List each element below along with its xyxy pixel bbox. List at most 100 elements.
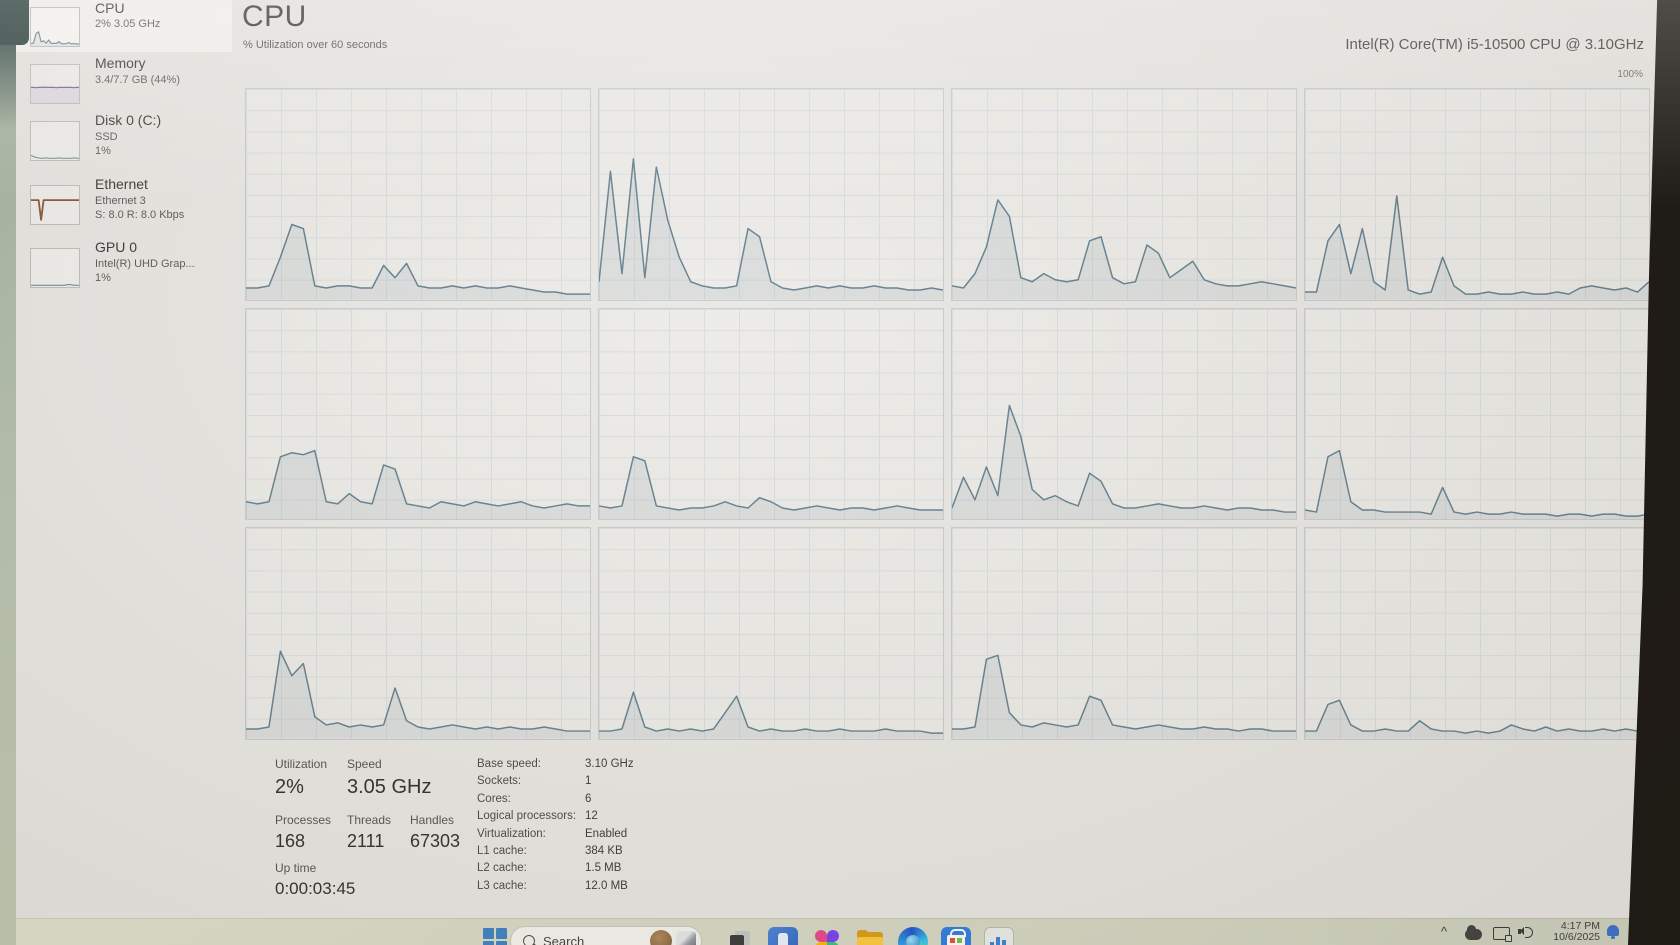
logical-processor-chart-svg	[1305, 89, 1649, 300]
sidebar-item-memory-sub: 3.4/7.7 GB (44%)	[95, 73, 180, 87]
logical-processor-chart-svg	[952, 309, 1296, 520]
logical-processor-chart-svg	[599, 528, 943, 739]
task-manager-window: CPU 2% 3.05 GHz Memory 3.4/7.7 GB (44%) …	[0, 0, 1680, 945]
gpu-mini-chart-svg	[31, 249, 79, 287]
sidebar-item-gpu-sub2: 1%	[95, 271, 111, 285]
search-placeholder: Search	[543, 934, 650, 945]
ethernet-mini-chart-svg	[31, 186, 79, 224]
logical-processor-chart	[1304, 88, 1650, 301]
network-icon[interactable]	[1493, 927, 1510, 940]
detail-row: L3 cache:12.0 MB	[477, 880, 634, 897]
sidebar-item-cpu[interactable]	[30, 7, 80, 47]
logical-processor-chart	[598, 527, 944, 740]
logical-processor-chart	[1304, 527, 1650, 740]
sidebar-item-disk-sub2: 1%	[95, 144, 111, 158]
utilization-value: 2%	[275, 776, 304, 799]
handles-value: 67303	[410, 831, 460, 852]
detail-row: Sockets:1	[477, 775, 634, 792]
sidebar-item-ethernet-label[interactable]: Ethernet	[95, 176, 148, 192]
detail-row: Virtualization:Enabled	[477, 828, 634, 845]
sidebar-item-ethernet[interactable]	[30, 185, 80, 225]
cpu-mini-chart-svg	[31, 8, 79, 46]
page-title: CPU	[242, 0, 307, 34]
app-icon-microsoft-365[interactable]	[812, 927, 842, 945]
logical-processor-chart-svg	[952, 89, 1296, 300]
logical-processor-chart-svg	[1305, 528, 1649, 739]
app-icon-edge[interactable]	[898, 927, 928, 945]
sidebar-item-gpu-label[interactable]: GPU 0	[95, 239, 137, 255]
processes-label: Processes	[275, 813, 331, 827]
logical-processor-chart	[951, 308, 1297, 521]
utilization-label: Utilization	[275, 757, 327, 771]
chart-subtitle: % Utilization over 60 seconds	[243, 39, 387, 51]
logical-processor-chart-svg	[599, 89, 943, 300]
search-highlight-avatar[interactable]	[650, 930, 672, 945]
notification-bell-icon[interactable]	[1607, 925, 1619, 936]
threads-label: Threads	[347, 813, 391, 827]
logical-processor-chart	[245, 308, 591, 521]
search-icon	[523, 935, 535, 945]
cpu-model-name: Intel(R) Core(TM) i5-10500 CPU @ 3.10GHz	[1345, 36, 1644, 53]
logical-processor-chart-svg	[246, 89, 590, 300]
disk-mini-chart	[30, 121, 80, 161]
detail-row: Base speed:3.10 GHz	[477, 758, 634, 775]
ethernet-mini-chart	[30, 185, 80, 225]
sidebar-item-gpu-sub: Intel(R) UHD Grap...	[95, 257, 195, 271]
photo-edge-left	[0, 0, 16, 945]
app-icon-file-explorer[interactable]	[855, 927, 885, 945]
sidebar-item-memory-label[interactable]: Memory	[95, 55, 146, 71]
sidebar-item-cpu-sub: 2% 3.05 GHz	[95, 17, 160, 31]
app-icon-windows-tools[interactable]	[727, 927, 757, 945]
cpu-details-list: Base speed:3.10 GHz Sockets:1 Cores:6 Lo…	[477, 758, 634, 897]
detail-row: L2 cache:1.5 MB	[477, 862, 634, 879]
detail-row: Logical processors:12	[477, 810, 634, 827]
logical-processor-chart	[951, 527, 1297, 740]
logical-processor-chart-svg	[246, 309, 590, 520]
app-icon-phone-link[interactable]	[768, 927, 798, 945]
logical-processor-chart-svg	[599, 309, 943, 520]
logical-processor-chart	[245, 527, 591, 740]
threads-value: 2111	[347, 831, 384, 852]
taskbar: Search	[0, 918, 1680, 945]
chart-scale-max-label: 100%	[1617, 69, 1643, 80]
logical-processor-chart	[598, 88, 944, 301]
search-highlight-thumbnail[interactable]	[676, 931, 696, 945]
sidebar-item-memory[interactable]	[30, 64, 80, 104]
uptime-label: Up time	[275, 861, 316, 875]
logical-processor-chart	[598, 308, 944, 521]
processes-value: 168	[275, 831, 305, 852]
tray-date: 10/6/2025	[1540, 932, 1600, 943]
logical-processor-chart	[951, 88, 1297, 301]
search-input[interactable]: Search	[510, 926, 702, 945]
app-icon-task-manager[interactable]	[984, 927, 1014, 945]
photo-edge-top-left	[0, 0, 29, 45]
detail-row: Cores:6	[477, 793, 634, 810]
sidebar-item-disk-label[interactable]: Disk 0 (C:)	[95, 112, 161, 128]
logical-processor-chart-svg	[1305, 309, 1649, 520]
speed-label: Speed	[347, 757, 382, 771]
sidebar-item-ethernet-sub: Ethernet 3	[95, 194, 146, 208]
handles-label: Handles	[410, 813, 454, 827]
logical-processor-chart-svg	[952, 528, 1296, 739]
memory-mini-chart	[30, 64, 80, 104]
onedrive-icon[interactable]	[1465, 929, 1482, 940]
app-icon-microsoft-store[interactable]	[941, 927, 971, 945]
sidebar-item-disk[interactable]	[30, 121, 80, 161]
clock[interactable]: 4:17 PM 10/6/2025	[1540, 921, 1600, 943]
memory-mini-chart-svg	[31, 65, 79, 103]
tray-chevron-hidden-icons[interactable]: ^	[1441, 924, 1447, 939]
logical-processor-chart	[245, 88, 591, 301]
sidebar-item-ethernet-sub2: S: 8.0 R: 8.0 Kbps	[95, 208, 184, 222]
logical-processor-chart	[1304, 308, 1650, 521]
disk-mini-chart-svg	[31, 122, 79, 160]
volume-icon[interactable]	[1518, 925, 1524, 935]
logical-processor-chart-svg	[246, 528, 590, 739]
cpu-mini-chart	[30, 7, 80, 47]
speed-value: 3.05 GHz	[347, 776, 431, 799]
sidebar-item-cpu-label[interactable]: CPU	[95, 0, 125, 16]
sidebar-item-gpu[interactable]	[30, 248, 80, 288]
detail-row: L1 cache:384 KB	[477, 845, 634, 862]
cpu-logical-processors-chart-grid	[245, 88, 1650, 740]
start-button[interactable]	[482, 927, 508, 945]
sidebar-item-disk-sub: SSD	[95, 130, 118, 144]
